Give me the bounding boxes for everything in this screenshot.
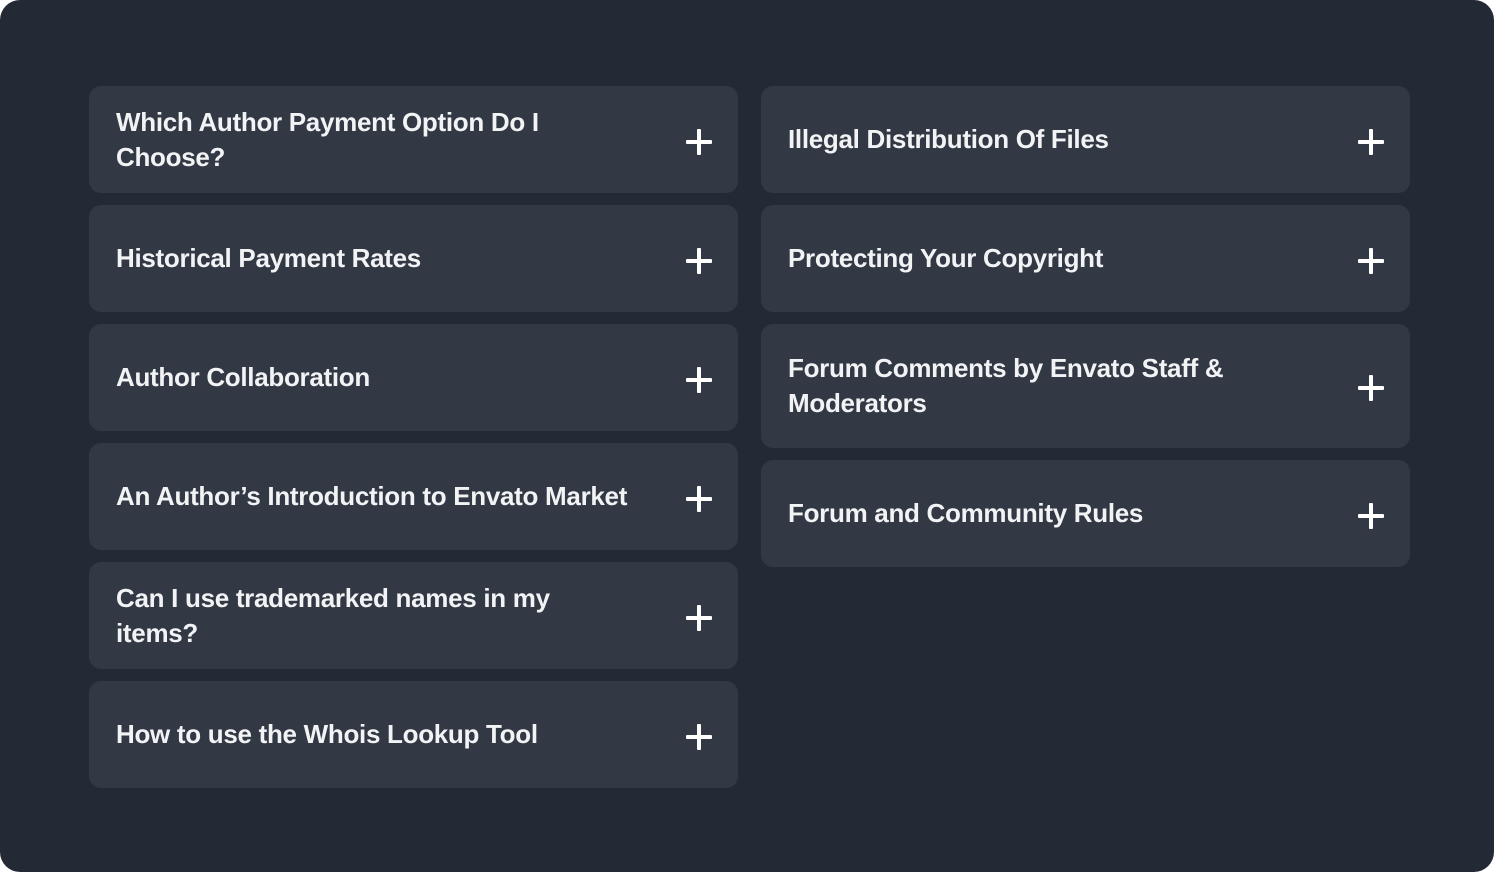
plus-icon[interactable] — [686, 247, 712, 274]
faq-item-title: Which Author Payment Option Do I Choose? — [116, 106, 539, 172]
plus-icon[interactable] — [1358, 247, 1384, 274]
plus-icon[interactable] — [1358, 375, 1384, 401]
faq-item-illegal-distribution[interactable]: Illegal Distribution Of Files — [761, 86, 1410, 193]
faq-item-forum-comments[interactable]: Forum Comments by Envato Staff & Moderat… — [761, 324, 1410, 448]
faq-item-author-collaboration[interactable]: Author Collaboration — [89, 324, 738, 431]
faq-item-title: How to use the Whois Lookup Tool — [116, 719, 538, 749]
faq-item-title: An Author’s Introduction to Envato Marke… — [116, 481, 628, 511]
faq-item-payment-rates[interactable]: Historical Payment Rates — [89, 205, 738, 312]
plus-icon[interactable] — [1358, 502, 1384, 529]
faq-item-title: Protecting Your Copyright — [788, 243, 1104, 273]
faq-column-right: Illegal Distribution Of Files Protecting… — [761, 86, 1410, 788]
faq-item-forum-rules[interactable]: Forum and Community Rules — [761, 460, 1410, 567]
faq-item-title: Can I use trademarked names in my items? — [116, 582, 550, 648]
plus-icon[interactable] — [686, 723, 712, 750]
faq-item-author-introduction[interactable]: An Author’s Introduction to Envato Marke… — [89, 443, 738, 550]
plus-icon[interactable] — [686, 366, 712, 393]
faq-item-trademarked-names[interactable]: Can I use trademarked names in my items? — [89, 562, 738, 669]
faq-item-title: Forum and Community Rules — [788, 498, 1144, 528]
faq-item-whois-lookup[interactable]: How to use the Whois Lookup Tool — [89, 681, 738, 788]
faq-item-title: Illegal Distribution Of Files — [788, 124, 1109, 154]
faq-item-protecting-copyright[interactable]: Protecting Your Copyright — [761, 205, 1410, 312]
faq-item-payment-option[interactable]: Which Author Payment Option Do I Choose? — [89, 86, 738, 193]
plus-icon[interactable] — [686, 485, 712, 512]
faq-panel: Which Author Payment Option Do I Choose?… — [0, 0, 1494, 872]
faq-column-left: Which Author Payment Option Do I Choose?… — [89, 86, 738, 788]
faq-item-title: Author Collaboration — [116, 362, 370, 392]
plus-icon[interactable] — [686, 128, 712, 155]
faq-item-title: Historical Payment Rates — [116, 243, 421, 273]
plus-icon[interactable] — [686, 604, 712, 631]
faq-columns: Which Author Payment Option Do I Choose?… — [89, 86, 1410, 788]
plus-icon[interactable] — [1358, 128, 1384, 155]
faq-item-title: Forum Comments by Envato Staff & Moderat… — [788, 353, 1224, 418]
